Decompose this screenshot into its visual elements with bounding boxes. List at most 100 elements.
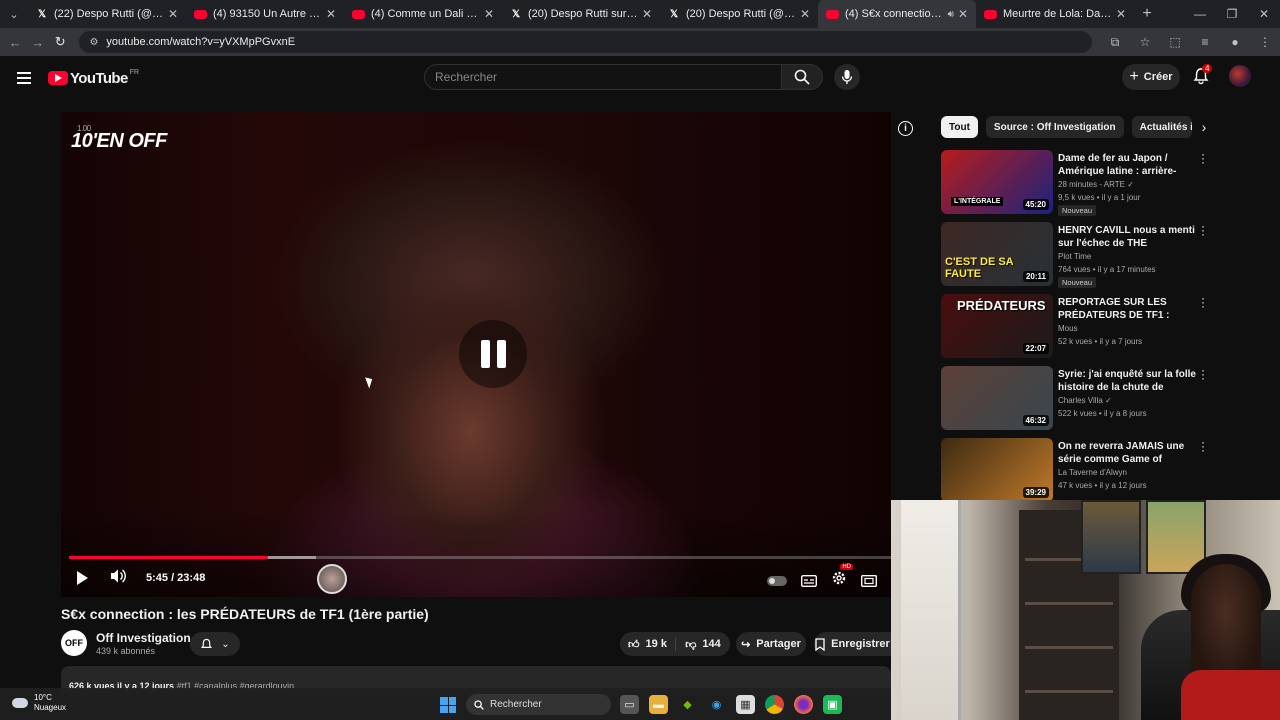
save-button[interactable]: Enregistrer bbox=[814, 632, 891, 656]
recommended-channel[interactable]: Charles Villa ✓ bbox=[1058, 396, 1112, 405]
minimize-icon[interactable]: — bbox=[1184, 7, 1216, 21]
recommended-video[interactable]: C'EST DE SA FAUTE 20:11 HENRY CAVILL nou… bbox=[941, 220, 1216, 288]
video-thumbnail[interactable]: 39:29 bbox=[941, 438, 1053, 502]
recommended-video[interactable]: PRÉDATEURS 22:07 REPORTAGE SUR LES PRÉDA… bbox=[941, 292, 1216, 358]
recommended-channel[interactable]: La Taverne d'Alwyn bbox=[1058, 468, 1127, 477]
store-icon[interactable]: ▦ bbox=[736, 695, 755, 714]
weather-widget[interactable]: 10°C Nuageux bbox=[12, 693, 66, 713]
browser-tab[interactable]: 𝕏 (20) Despo Rutti (@MajsterOff ✕ bbox=[660, 0, 818, 28]
close-tab-icon[interactable]: ✕ bbox=[168, 7, 178, 21]
share-button[interactable]: ↪ Partager bbox=[736, 632, 806, 656]
recommended-video[interactable]: L'INTÉGRALE 45:20 Dame de fer au Japon /… bbox=[941, 148, 1216, 216]
reload-icon[interactable]: ↻ bbox=[49, 34, 71, 50]
media-controls-icon[interactable]: ≡ bbox=[1190, 35, 1220, 50]
close-tab-icon[interactable]: ✕ bbox=[958, 7, 968, 21]
dislike-button[interactable]: 👎︎ 144 bbox=[676, 638, 730, 651]
chrome-icon[interactable] bbox=[765, 695, 784, 714]
scrub-preview-thumbnail[interactable] bbox=[317, 564, 347, 594]
file-explorer-icon[interactable]: ▬ bbox=[649, 695, 668, 714]
video-thumbnail[interactable]: L'INTÉGRALE 45:20 bbox=[941, 150, 1053, 214]
recommended-channel[interactable]: Plot Time bbox=[1058, 252, 1091, 261]
recommended-channel[interactable]: 28 minutes - ARTE ✓ bbox=[1058, 180, 1134, 189]
browser-tab[interactable]: (4) S€x connection : les PRÉ🔊︎ ✕ bbox=[818, 0, 976, 28]
close-tab-icon[interactable]: ✕ bbox=[484, 7, 494, 21]
url-field[interactable]: ⚙ youtube.com/watch?v=yVXMpPGvxnE bbox=[79, 31, 1092, 53]
browser-tab[interactable]: (4) Comme un Dali - YouTube ✕ bbox=[344, 0, 502, 28]
settings-button[interactable]: HD bbox=[831, 564, 853, 591]
like-button[interactable]: 👍︎ 19 k bbox=[620, 637, 676, 651]
video-thumbnail[interactable]: C'EST DE SA FAUTE 20:11 bbox=[941, 222, 1053, 286]
volume-icon[interactable] bbox=[109, 568, 127, 587]
search-input[interactable]: Rechercher bbox=[424, 64, 782, 90]
channel-name[interactable]: Off Investigation bbox=[96, 631, 191, 645]
taskbar-search[interactable]: Rechercher bbox=[466, 694, 611, 715]
restore-icon[interactable]: ❐ bbox=[1216, 7, 1248, 21]
voice-search-button[interactable] bbox=[834, 64, 860, 90]
recommended-title[interactable]: Dame de fer au Japon / Amérique latine :… bbox=[1058, 152, 1196, 178]
close-tab-icon[interactable]: ✕ bbox=[800, 7, 810, 21]
browser-tab[interactable]: (4) 93150 Un Autre Football Ep ✕ bbox=[186, 0, 344, 28]
play-icon[interactable] bbox=[77, 571, 88, 585]
account-avatar[interactable] bbox=[1229, 65, 1251, 87]
recommended-title[interactable]: HENRY CAVILL nous a menti sur l'échec de… bbox=[1058, 224, 1196, 250]
browser-tab[interactable]: Meurtre de Lola: Dahbia Benki ✕ bbox=[976, 0, 1134, 28]
progress-bar[interactable] bbox=[69, 556, 891, 559]
recommended-title[interactable]: Syrie: j'ai enquêté sur la folle histoir… bbox=[1058, 368, 1196, 394]
video-thumbnail[interactable]: PRÉDATEURS 22:07 bbox=[941, 294, 1053, 358]
video-player[interactable]: 1.00 10'EN OFF 5:45 / 23:48 HD bbox=[61, 112, 891, 597]
youtube-logo[interactable]: YouTube FR bbox=[48, 69, 139, 87]
subtitles-icon[interactable] bbox=[801, 574, 817, 587]
notifications-button[interactable]: 4 bbox=[1192, 64, 1213, 87]
install-app-icon[interactable]: ⧉ bbox=[1100, 35, 1130, 50]
bookmark-star-icon[interactable]: ☆ bbox=[1130, 35, 1160, 50]
recommended-video[interactable]: 46:32 Syrie: j'ai enquêté sur la folle h… bbox=[941, 364, 1216, 430]
edge-icon[interactable]: ◉ bbox=[707, 695, 726, 714]
subscription-bell-button[interactable]: ⌄ bbox=[190, 632, 240, 656]
back-icon[interactable]: ← bbox=[4, 35, 26, 50]
chevron-right-icon[interactable]: › bbox=[1202, 119, 1207, 135]
chip-source[interactable]: Source : Off Investigation bbox=[985, 116, 1124, 138]
pause-overlay-icon[interactable] bbox=[459, 320, 527, 388]
more-options-icon[interactable]: · · · bbox=[1199, 292, 1207, 312]
info-icon[interactable]: i bbox=[898, 121, 913, 136]
speaker-icon[interactable]: 🔊︎ bbox=[948, 9, 954, 20]
video-thumbnail[interactable]: 46:32 bbox=[941, 366, 1053, 430]
played-bar bbox=[69, 556, 268, 559]
more-options-icon[interactable]: · · · bbox=[1199, 364, 1207, 384]
menu-icon[interactable] bbox=[17, 72, 31, 84]
create-button[interactable]: + Créer bbox=[1122, 64, 1180, 90]
more-options-icon[interactable]: · · · bbox=[1199, 220, 1207, 240]
chip-news[interactable]: Actualités inté bbox=[1131, 116, 1192, 138]
windows-start-icon[interactable] bbox=[440, 697, 456, 713]
close-tab-icon[interactable]: ✕ bbox=[326, 7, 336, 21]
extensions-icon[interactable]: ⬚ bbox=[1160, 35, 1190, 50]
autoplay-toggle[interactable] bbox=[767, 575, 787, 586]
task-view-icon[interactable]: ▭ bbox=[620, 695, 639, 714]
recommended-title[interactable]: On ne reverra JAMAIS une série comme Gam… bbox=[1058, 440, 1196, 466]
windows-taskbar: 10°C Nuageux Rechercher ▭ ▬ ◆ ◉ ▦ ▣ bbox=[0, 688, 891, 720]
chip-all[interactable]: Tout bbox=[941, 116, 978, 138]
forward-icon[interactable]: → bbox=[26, 35, 48, 50]
site-info-icon[interactable]: ⚙ bbox=[89, 37, 98, 48]
browser-tab[interactable]: 𝕏 (22) Despo Rutti (@MajsterOff ✕ bbox=[28, 0, 186, 28]
profile-icon[interactable]: ● bbox=[1220, 35, 1250, 50]
recommended-title[interactable]: REPORTAGE SUR LES PRÉDATEURS DE TF1 : LO… bbox=[1058, 296, 1196, 322]
recommended-channel[interactable]: Mous bbox=[1058, 324, 1078, 333]
discord-like-icon[interactable]: ▣ bbox=[823, 695, 842, 714]
theater-mode-icon[interactable] bbox=[861, 574, 877, 587]
close-tab-icon[interactable]: ✕ bbox=[642, 7, 652, 21]
search-button[interactable] bbox=[781, 64, 823, 90]
nvidia-icon[interactable]: ◆ bbox=[678, 695, 697, 714]
recommended-video[interactable]: 39:29 On ne reverra JAMAIS une série com… bbox=[941, 436, 1216, 502]
thumbs-down-icon: 👎︎ bbox=[685, 638, 697, 651]
firefox-icon[interactable] bbox=[794, 695, 813, 714]
tab-search-chevron-icon[interactable]: ⌄ bbox=[0, 0, 28, 28]
browser-menu-icon[interactable]: ⋮ bbox=[1250, 35, 1280, 50]
more-options-icon[interactable]: · · · bbox=[1199, 148, 1207, 168]
browser-tab[interactable]: 𝕏 (20) Despo Rutti sur X : "https:/ ✕ bbox=[502, 0, 660, 28]
more-options-icon[interactable]: · · · bbox=[1199, 436, 1207, 456]
new-tab-button[interactable]: + bbox=[1134, 5, 1160, 23]
close-tab-icon[interactable]: ✕ bbox=[1116, 7, 1126, 21]
channel-avatar[interactable]: OFF bbox=[61, 630, 87, 656]
close-window-icon[interactable]: ✕ bbox=[1248, 7, 1280, 21]
